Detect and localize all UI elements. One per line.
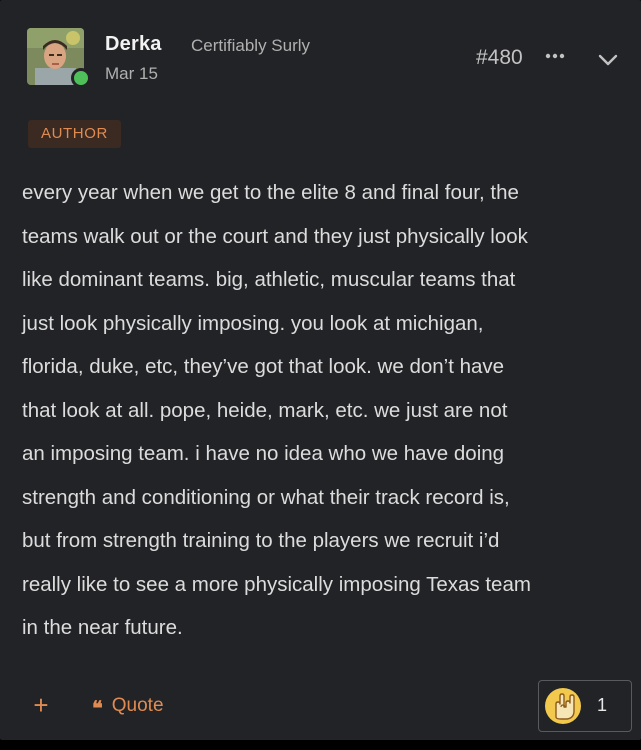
author-badge: AUTHOR xyxy=(28,120,121,148)
quote-icon: ❝ xyxy=(92,698,103,720)
chevron-down-icon[interactable] xyxy=(597,52,619,68)
add-to-multiquote-button[interactable]: + xyxy=(30,690,52,720)
post-body-text: every year when we get to the elite 8 an… xyxy=(22,181,531,639)
author-avatar-wrapper[interactable] xyxy=(27,28,91,88)
more-options-icon[interactable] xyxy=(545,48,565,64)
quote-button[interactable]: ❝ Quote xyxy=(92,691,164,721)
reaction-button[interactable]: 1 xyxy=(538,680,632,732)
author-name[interactable]: Derka xyxy=(105,33,162,56)
forum-post: Derka Certifiably Surly Mar 15 #480 AUTH… xyxy=(0,0,641,740)
post-number-link[interactable]: #480 xyxy=(476,46,523,70)
post-bottom-edge xyxy=(0,740,641,750)
author-title: Certifiably Surly xyxy=(191,36,311,55)
quote-label: Quote xyxy=(111,695,164,716)
reaction-count: 1 xyxy=(597,695,608,715)
rock-on-hand-icon xyxy=(545,688,581,724)
post-date[interactable]: Mar 15 xyxy=(105,64,158,84)
online-status-indicator xyxy=(71,68,91,88)
